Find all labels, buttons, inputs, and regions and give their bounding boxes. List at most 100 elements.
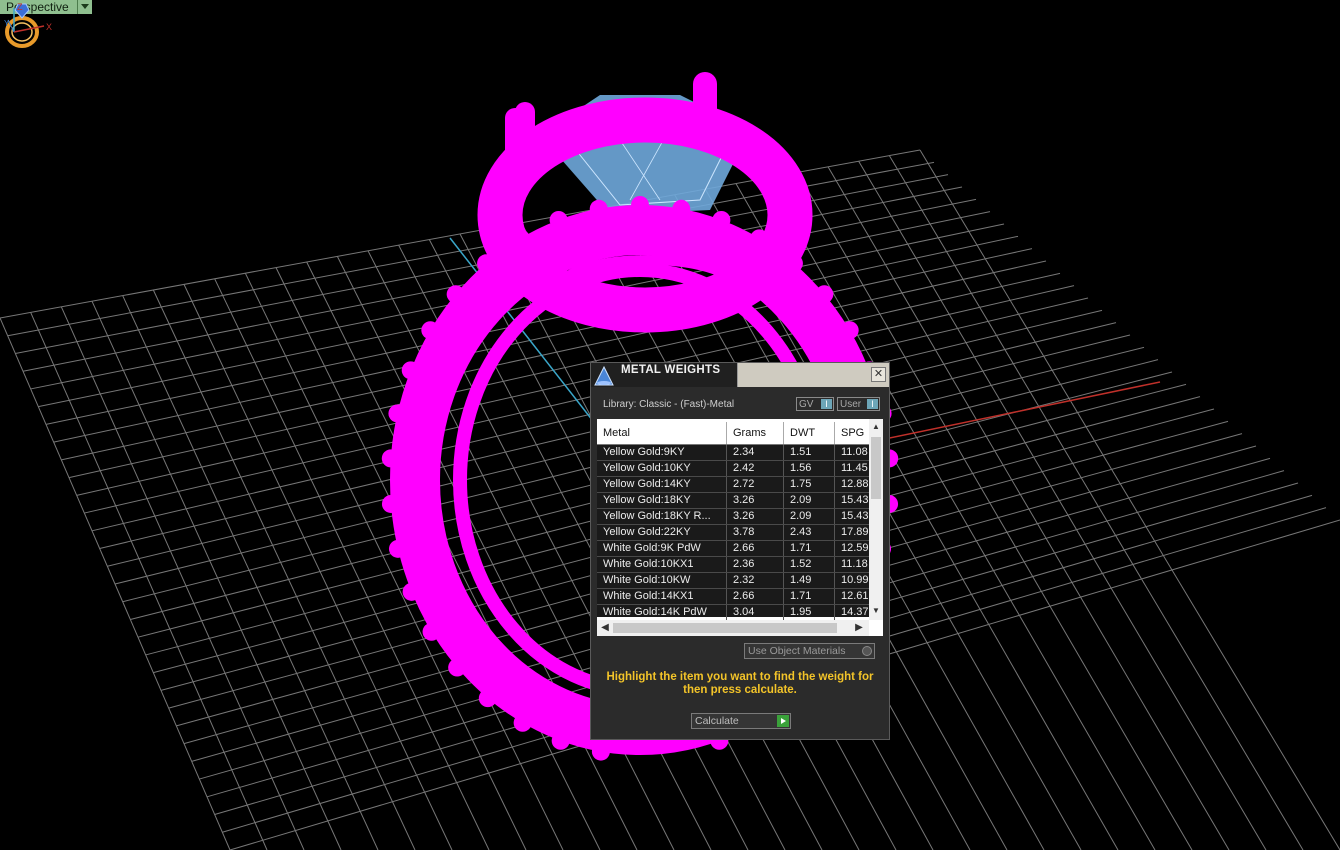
user-toggle[interactable]: User I — [837, 397, 880, 411]
table-cell: White Gold:9K PdW — [597, 541, 727, 556]
halo-stone — [490, 175, 513, 198]
table-row[interactable]: Yellow Gold:18KY R... 3.26 2.09 15.43 — [597, 509, 869, 525]
accent-stone — [815, 285, 834, 304]
x-axis-line — [879, 381, 1161, 441]
use-object-materials-radio[interactable] — [862, 646, 872, 656]
column-header-grams[interactable]: Grams — [727, 422, 784, 444]
user-toggle-indicator[interactable]: I — [867, 399, 878, 409]
halo-stone — [490, 232, 513, 255]
halo-stone — [784, 204, 806, 226]
table-row[interactable]: White Gold:14K PdW 3.04 1.95 14.37 — [597, 605, 869, 621]
halo-stone — [535, 279, 558, 302]
table-row[interactable]: Yellow Gold:18KY 3.26 2.09 15.43 — [597, 493, 869, 509]
accent-stone — [402, 582, 421, 601]
horizontal-scrollbar[interactable]: ◀ ▶ — [597, 620, 869, 636]
use-object-materials-option[interactable]: Use Object Materials — [744, 643, 875, 659]
table-row[interactable]: White Gold:10KW 2.32 1.49 10.99 — [597, 573, 869, 589]
table-cell: 2.66 — [727, 589, 784, 604]
table-cell: 12.59 — [841, 542, 869, 554]
accent-stone — [401, 361, 420, 380]
calculate-button[interactable]: Calculate — [691, 713, 791, 729]
table-cell: 15.43 — [841, 494, 869, 506]
halo-stone — [571, 113, 594, 136]
prong — [515, 102, 535, 152]
axis-y-label: Y — [4, 19, 10, 28]
table-cell: Yellow Gold:18KY — [597, 493, 727, 508]
halo-stone — [507, 149, 530, 172]
calculate-label: Calculate — [695, 715, 739, 727]
dialog-titlebar[interactable]: METAL WEIGHTS ✕ — [591, 363, 889, 387]
accent-stone — [388, 539, 407, 558]
accent-stone — [388, 404, 407, 423]
halo-stone — [655, 302, 678, 325]
gv-toggle[interactable]: GV I — [796, 397, 834, 411]
metal-weights-table[interactable]: Metal Grams DWT SPG Yellow Gold:9KY 2.34 1… — [597, 419, 883, 636]
axis-z-label: Z — [17, 2, 23, 12]
table-row[interactable]: White Gold:10KX1 2.36 1.52 11.18 — [597, 557, 869, 573]
table-body: Yellow Gold:9KY 2.34 1.51 11.08 Yellow Gold:… — [597, 445, 869, 621]
accent-stone — [549, 210, 568, 229]
halo-stone — [655, 105, 678, 128]
table-cell: 10.99 — [841, 574, 869, 586]
user-label: User — [840, 399, 862, 410]
viewport-dropdown-icon[interactable] — [76, 0, 92, 14]
table-cell: 11.08 — [841, 446, 868, 458]
metal-weights-dialog[interactable]: METAL WEIGHTS ✕ Library: Classic - (Fast… — [590, 362, 890, 740]
halo-stone — [732, 128, 755, 151]
play-icon[interactable] — [777, 715, 789, 727]
accent-stone — [446, 285, 465, 304]
table-cell: 2.34 — [727, 445, 784, 460]
table-cell: 1.56 — [784, 461, 835, 476]
close-button[interactable]: ✕ — [871, 367, 886, 382]
halo-stone — [612, 105, 635, 128]
table-cell: Yellow Gold:14KY — [597, 477, 727, 492]
accent-stone — [591, 742, 610, 761]
table-cell: Yellow Gold:10KY — [597, 461, 727, 476]
table-cell: 2.09 — [784, 509, 835, 524]
table-cell: 1.75 — [784, 477, 835, 492]
scroll-up-icon[interactable]: ▲ — [871, 421, 881, 433]
scroll-down-icon[interactable]: ▼ — [871, 605, 881, 617]
instruction-text: Highlight the item you want to find the … — [606, 671, 874, 696]
table-row[interactable]: Yellow Gold:10KY 2.42 1.56 11.45 — [597, 461, 869, 477]
column-header-metal[interactable]: Metal — [597, 422, 727, 444]
flask-logo-icon — [594, 365, 614, 386]
accent-stone — [631, 196, 649, 214]
table-cell: Yellow Gold:18KY R... — [597, 509, 727, 524]
table-cell: White Gold:10KX1 — [597, 557, 727, 572]
accent-stone — [448, 658, 467, 677]
accent-stone — [672, 199, 691, 218]
accent-stone — [477, 254, 496, 273]
column-header-dwt[interactable]: DWT — [784, 422, 835, 444]
table-row[interactable]: White Gold:9K PdW 2.66 1.71 12.59 — [597, 541, 869, 557]
table-row[interactable]: Yellow Gold:14KY 2.72 1.75 12.88 — [597, 477, 869, 493]
halo-stone — [777, 175, 800, 198]
accent-stone — [840, 321, 859, 340]
gv-toggle-indicator[interactable]: I — [821, 399, 832, 409]
accent-stone — [381, 449, 400, 468]
scroll-left-icon[interactable]: ◀ — [599, 622, 611, 634]
table-cell: 14.37 — [841, 606, 869, 618]
use-object-materials-label: Use Object Materials — [748, 645, 846, 657]
scroll-right-icon[interactable]: ▶ — [853, 622, 865, 634]
axis-x-label: X — [46, 22, 52, 32]
table-row[interactable]: White Gold:14KX1 2.66 1.71 12.61 — [597, 589, 869, 605]
table-cell: White Gold:10KW — [597, 573, 727, 588]
vertical-scroll-thumb[interactable] — [871, 437, 881, 499]
table-cell: 2.36 — [727, 557, 784, 572]
accent-stone — [589, 199, 608, 218]
halo-stone — [484, 204, 506, 226]
halo-stone — [760, 258, 783, 281]
table-cell: 11.45 — [841, 462, 868, 474]
halo-stone — [696, 113, 719, 136]
column-header-spg[interactable]: SPG — [835, 422, 869, 444]
table-cell: 3.78 — [727, 525, 784, 540]
axis-gizmo: Z Y X — [4, 2, 52, 33]
table-cell: 11.18 — [841, 558, 868, 570]
table-row[interactable]: Yellow Gold:9KY 2.34 1.51 11.08 — [597, 445, 869, 461]
table-cell: Yellow Gold:22KY — [597, 525, 727, 540]
table-row[interactable]: Yellow Gold:22KY 3.78 2.43 17.89 — [597, 525, 869, 541]
halo-stone — [760, 149, 783, 172]
horizontal-scroll-thumb[interactable] — [613, 623, 837, 633]
vertical-scrollbar[interactable]: ▲ ▼ — [869, 419, 883, 620]
